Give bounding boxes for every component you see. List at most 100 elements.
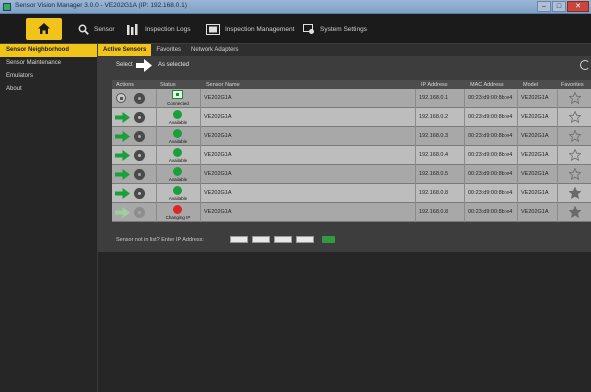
ip-field-1[interactable] <box>230 236 248 243</box>
sidebar-item-emulators[interactable]: Emulators <box>0 70 97 83</box>
cell-divider <box>464 165 465 184</box>
cell-divider <box>415 165 416 184</box>
mac-address-cell: 00:23:d9:00:8b:e4 <box>468 190 513 196</box>
toolbar-inspection-management[interactable]: Inspection Management <box>206 14 294 44</box>
cell-divider <box>464 203 465 222</box>
column-header-mac-address[interactable]: MAC Address <box>470 82 504 88</box>
connect-arrow-icon[interactable] <box>115 112 130 123</box>
table-row[interactable]: Available VE202G1A 192.168.0.8 00:23:d9:00:… <box>112 184 591 203</box>
disconnect-icon[interactable] <box>116 93 126 103</box>
table-row[interactable]: Connected VE202G1A 192.168.0.1 00:23:d9:00:… <box>112 89 591 108</box>
table-row[interactable]: Available VE202G1A 192.168.0.4 00:23:d9:00:… <box>112 146 591 165</box>
ip-address-cell: 192.168.0.4 <box>419 152 449 158</box>
gear-icon[interactable] <box>134 112 145 123</box>
cell-divider <box>156 165 157 184</box>
cell-divider <box>557 108 558 127</box>
mac-address-cell: 00:23:d9:00:8b:e4 <box>468 209 513 215</box>
toolbar-system-settings-label: System Settings <box>320 25 367 33</box>
cell-divider <box>557 165 558 184</box>
cell-divider <box>415 184 416 203</box>
connect-arrow-icon[interactable] <box>115 131 130 142</box>
go-button[interactable] <box>322 236 335 243</box>
tab-favorites[interactable]: Favorites <box>151 44 186 56</box>
home-icon <box>38 23 50 34</box>
cell-divider <box>200 89 201 108</box>
model-cell: VE202G1A <box>521 133 549 139</box>
sidebar-item-about[interactable]: About <box>0 83 97 96</box>
column-header-favorites[interactable]: Favorites <box>561 82 584 88</box>
gear-icon[interactable] <box>134 207 145 218</box>
table-row[interactable]: Changing IP VE202G1A 192.168.0.8 00:23:d9:0… <box>112 203 591 222</box>
gear-icon[interactable] <box>134 131 145 142</box>
cell-divider <box>200 184 201 203</box>
mac-address-cell: 00:23:d9:00:8b:e4 <box>468 171 513 177</box>
mac-address-cell: 00:23:d9:00:8b:e4 <box>468 114 513 120</box>
gear-icon[interactable] <box>134 169 145 180</box>
star-outline-icon[interactable] <box>569 92 581 104</box>
connect-arrow-icon[interactable] <box>115 188 130 199</box>
column-header-status[interactable]: Status <box>160 82 176 88</box>
model-cell: VE202G1A <box>521 95 549 101</box>
ip-field-2[interactable] <box>252 236 270 243</box>
cell-divider <box>156 203 157 222</box>
star-outline-icon[interactable] <box>569 111 581 123</box>
ip-field-4[interactable] <box>296 236 314 243</box>
column-header-sensor-name[interactable]: Sensor Name <box>206 82 240 88</box>
sidebar-item-sensor-maintenance[interactable]: Sensor Maintenance <box>0 57 97 70</box>
cell-divider <box>464 184 465 203</box>
star-filled-icon[interactable] <box>569 187 581 199</box>
sidebar-item-sensor-neighborhood[interactable]: Sensor Neighborhood <box>0 44 97 57</box>
sensor-name-cell: VE202G1A <box>204 190 232 196</box>
table-row[interactable]: Available VE202G1A 192.168.0.5 00:23:d9:00:… <box>112 165 591 184</box>
status-label: Available <box>168 158 188 163</box>
window-controls: – □ ✕ <box>537 1 589 12</box>
toolbar-sensor-label: Sensor <box>94 25 115 33</box>
ip-field-3[interactable] <box>274 236 292 243</box>
settings-icon <box>303 23 314 34</box>
title-bar: Sensor Vision Manager 3.0.0 - VE202G1A (… <box>0 0 591 14</box>
status-label: Available <box>168 177 188 182</box>
table-row[interactable]: Available VE202G1A 192.168.0.3 00:23:d9:00:… <box>112 127 591 146</box>
connect-arrow-icon[interactable] <box>115 207 130 218</box>
maximize-button[interactable]: □ <box>552 1 566 12</box>
refresh-icon[interactable] <box>580 60 590 70</box>
select-status: As selected <box>158 62 190 68</box>
tab-network-adapters[interactable]: Network Adapters <box>186 44 243 56</box>
star-outline-icon[interactable] <box>569 168 581 180</box>
sensor-name-cell: VE202G1A <box>204 95 232 101</box>
gear-icon[interactable] <box>134 150 145 161</box>
tab-active-sensors[interactable]: Active Sensors <box>98 44 152 56</box>
table-row[interactable]: Available VE202G1A 192.168.0.2 00:23:d9:00:… <box>112 108 591 127</box>
star-outline-icon[interactable] <box>569 149 581 161</box>
toolbar-inspection-management-label: Inspection Management <box>225 25 295 33</box>
status-green-dot-icon <box>173 129 182 138</box>
model-cell: VE202G1A <box>521 114 549 120</box>
column-header-actions[interactable]: Actions <box>116 82 134 88</box>
select-label: Select <box>116 62 133 68</box>
cell-divider <box>156 127 157 146</box>
column-header-model[interactable]: Model <box>523 82 538 88</box>
home-button[interactable] <box>26 18 62 40</box>
cell-divider <box>464 146 465 165</box>
connect-arrow-icon[interactable] <box>115 150 130 161</box>
toolbar-system-settings[interactable]: System Settings <box>303 14 367 44</box>
column-header-ip-address[interactable]: IP Address <box>421 82 448 88</box>
cell-divider <box>200 165 201 184</box>
toolbar-sensor[interactable]: Sensor <box>78 14 115 44</box>
close-button[interactable]: ✕ <box>567 1 589 12</box>
tab-bar: Active Sensors Favorites Network Adapter… <box>98 44 591 56</box>
gear-icon[interactable] <box>134 93 145 104</box>
toolbar-inspection-logs[interactable]: Inspection Logs <box>126 14 191 44</box>
ip-address-cell: 192.168.0.5 <box>419 171 449 177</box>
cell-divider <box>557 184 558 203</box>
cell-divider <box>156 146 157 165</box>
ip-address-cell: 192.168.0.1 <box>419 95 449 101</box>
connect-arrow-icon[interactable] <box>115 169 130 180</box>
cell-divider <box>156 184 157 203</box>
film-icon <box>206 23 220 35</box>
star-outline-icon[interactable] <box>569 130 581 142</box>
gear-icon[interactable] <box>134 188 145 199</box>
star-filled-icon[interactable] <box>569 206 581 218</box>
minimize-button[interactable]: – <box>537 1 551 12</box>
sidebar: Sensor Neighborhood Sensor Maintenance E… <box>0 44 98 392</box>
